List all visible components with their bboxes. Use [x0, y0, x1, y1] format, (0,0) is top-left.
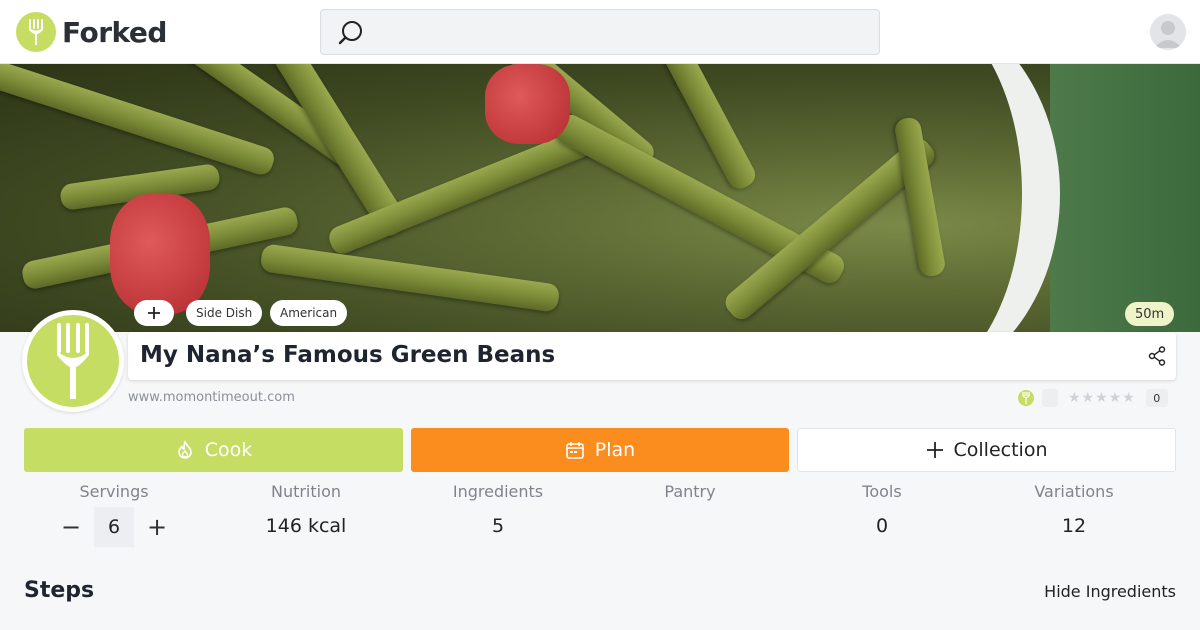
rating-area: ★★★★★ 0 [1018, 389, 1168, 407]
search-input[interactable] [377, 16, 867, 48]
tools-label: Tools [862, 482, 902, 501]
plan-button-label: Plan [594, 439, 636, 461]
top-bar: Forked [0, 0, 1200, 64]
recipe-source-link[interactable]: www.momontimeout.com [128, 390, 295, 405]
ingredients-stat[interactable]: Ingredients 5 [402, 482, 594, 541]
increase-servings-button[interactable]: + [142, 512, 172, 542]
recipe-title: My Nana’s Famous Green Beans [140, 342, 556, 368]
steps-heading: Steps [24, 578, 95, 603]
share-icon[interactable] [1148, 346, 1166, 370]
plus-icon [926, 442, 943, 458]
search-icon [337, 19, 365, 51]
tag-chip[interactable]: American [270, 300, 348, 326]
pantry-value [594, 515, 786, 541]
pantry-label: Pantry [664, 482, 716, 501]
user-avatar[interactable] [1150, 14, 1186, 50]
variations-stat[interactable]: Variations 12 [978, 482, 1170, 541]
tools-value: 0 [875, 515, 889, 537]
plus-icon [148, 307, 160, 319]
fork-icon [1018, 390, 1034, 406]
variations-label: Variations [1034, 482, 1114, 501]
cook-button[interactable]: Cook [24, 428, 403, 472]
recipe-hero-image: Side Dish American 50m [0, 64, 1200, 332]
nutrition-stat[interactable]: Nutrition 146 kcal [210, 482, 402, 541]
plan-button[interactable]: Plan [411, 428, 789, 472]
tools-stat[interactable]: Tools 0 [786, 482, 978, 541]
flame-icon [177, 440, 192, 459]
rating-box[interactable] [1042, 389, 1058, 407]
collection-button-label: Collection [953, 439, 1048, 461]
add-to-collection-button[interactable]: Collection [797, 428, 1176, 472]
user-icon [1154, 21, 1182, 48]
recipe-source-avatar [22, 310, 124, 412]
fork-icon [57, 323, 89, 399]
nutrition-value: 146 kcal [265, 515, 347, 537]
ingredients-value: 5 [491, 515, 505, 537]
calendar-icon [565, 442, 584, 459]
cook-button-label: Cook [204, 439, 253, 461]
brand-name: Forked [62, 15, 167, 49]
fork-icon [16, 12, 56, 52]
variations-value: 12 [1061, 515, 1087, 537]
search-box[interactable] [320, 9, 880, 55]
nutrition-label: Nutrition [270, 482, 342, 501]
hero-background [1050, 64, 1200, 332]
servings-value[interactable]: 6 [94, 507, 134, 547]
cook-time-badge: 50m [1125, 302, 1175, 326]
add-tag-button[interactable] [134, 300, 174, 326]
decrease-servings-button[interactable]: − [56, 512, 86, 542]
tag-chip[interactable]: Side Dish [186, 300, 263, 326]
hide-ingredients-link[interactable]: Hide Ingredients [1044, 582, 1176, 601]
servings-stat: Servings [18, 482, 210, 501]
pantry-stat[interactable]: Pantry [594, 482, 786, 541]
servings-label: Servings [79, 482, 149, 501]
ingredients-label: Ingredients [452, 482, 544, 501]
servings-stepper: − 6 + [56, 507, 172, 547]
forked-logo[interactable]: Forked [16, 12, 167, 52]
recipe-title-card: My Nana’s Famous Green Beans [128, 332, 1176, 380]
rating-count: 0 [1145, 389, 1168, 407]
star-rating[interactable]: ★★★★★ [1068, 390, 1136, 406]
